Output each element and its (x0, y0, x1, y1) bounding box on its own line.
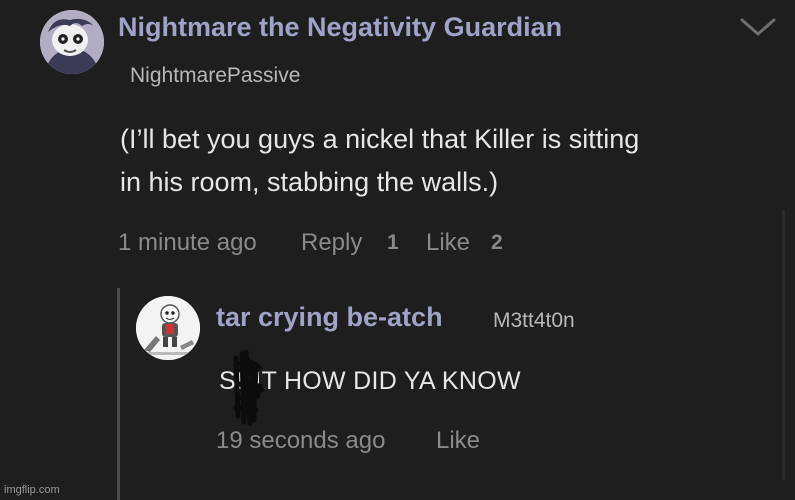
reply-avatar[interactable] (136, 296, 200, 360)
comment-author[interactable]: Nightmare the Negativity Guardian (118, 12, 562, 43)
reply-timestamp: 19 seconds ago (216, 427, 386, 454)
comment-body-line: (I’ll bet you guys a nickel that Killer … (120, 124, 640, 154)
avatar-image (40, 10, 104, 74)
like-count: 2 (491, 231, 503, 254)
reply-count: 1 (387, 231, 399, 254)
comment-timestamp: 1 minute ago (118, 229, 257, 256)
reply-thread-line (117, 288, 120, 500)
like-button[interactable]: Like (426, 229, 470, 257)
scrollbar-track[interactable] (782, 210, 785, 480)
comment-username[interactable]: NightmarePassive (130, 64, 300, 88)
reply-button[interactable]: Reply (301, 229, 362, 257)
comment-body: (I’ll bet you guys a nickel that Killer … (120, 118, 760, 204)
reply-avatar-image (136, 296, 200, 360)
comment-body-line: in his room, stabbing the walls.) (120, 167, 499, 197)
censor-scribble (232, 350, 267, 426)
avatar[interactable] (40, 10, 104, 74)
reply-username[interactable]: M3tt4t0n (493, 309, 575, 333)
reply-author[interactable]: tar crying be-atch (216, 302, 443, 333)
chevron-down-icon[interactable] (738, 14, 778, 42)
watermark: imgflip.com (4, 484, 60, 496)
reply-like-button[interactable]: Like (436, 427, 480, 455)
